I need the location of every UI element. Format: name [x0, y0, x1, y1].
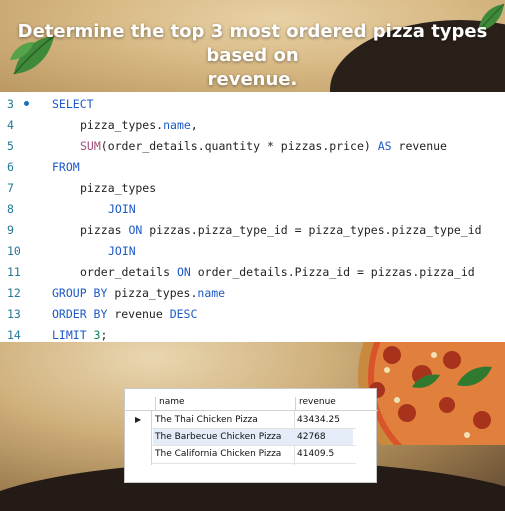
title-line-1: Determine the top 3 most ordered pizza t… — [17, 21, 488, 66]
line-number: 8 — [7, 201, 14, 216]
code-line: 8 JOIN — [0, 198, 505, 219]
code-line: 7 pizza_types — [0, 177, 505, 198]
line-number: 6 — [7, 159, 14, 174]
code-line: 9 pizzas ON pizzas.pizza_type_id = pizza… — [0, 219, 505, 240]
code-line: 10 JOIN — [0, 240, 505, 261]
line-number: 4 — [7, 117, 14, 132]
code-line: 5 SUM(order_details.quantity * pizzas.pr… — [0, 135, 505, 156]
sql-keyword: ON — [128, 222, 143, 237]
result-grid[interactable]: name revenue ▶ The Thai Chicken Pizza 43… — [124, 388, 378, 483]
breakpoint-dot-icon[interactable] — [24, 100, 29, 106]
line-number: 12 — [7, 285, 21, 300]
result-grid-header: name revenue — [125, 393, 378, 411]
sql-keyword: SELECT — [52, 96, 94, 111]
sql-keyword: LIMIT — [52, 327, 87, 342]
table-row[interactable]: The Barbecue Chicken Pizza 42768 — [125, 429, 378, 445]
line-number: 11 — [7, 264, 21, 279]
sql-number: 3 — [86, 327, 101, 342]
line-number: 13 — [7, 306, 21, 321]
column-header-name[interactable]: name — [155, 397, 295, 411]
cell-name[interactable]: The Thai Chicken Pizza — [155, 415, 258, 425]
code-line: 4 pizza_types.name, — [0, 114, 505, 135]
code-text: order_details — [80, 264, 177, 279]
code-line: 6 FROM — [0, 156, 505, 177]
sql-keyword: name — [197, 285, 226, 300]
sql-keyword: JOIN — [108, 243, 136, 258]
code-text: pizza_types. — [107, 285, 198, 300]
table-row[interactable]: The California Chicken Pizza 41409.5 — [125, 446, 378, 462]
line-number: 10 — [7, 243, 21, 258]
code-line: 11 order_details ON order_details.Pizza_… — [0, 261, 505, 282]
code-line: 3 SELECT — [0, 93, 505, 114]
code-text: , — [190, 117, 198, 132]
column-header-revenue[interactable]: revenue — [295, 397, 355, 411]
line-number: 3 — [0, 97, 40, 111]
code-text: pizza_types — [80, 180, 157, 195]
code-text: (order_details.quantity * pizzas.price) — [100, 138, 378, 153]
cell-revenue[interactable]: 42768 — [297, 432, 326, 442]
code-line: 12 GROUP BY pizza_types.name — [0, 282, 505, 303]
sql-function: SUM — [80, 138, 101, 153]
cell-revenue[interactable]: 43434.25 — [297, 415, 340, 425]
sql-keyword: JOIN — [108, 201, 136, 216]
table-row[interactable]: ▶ The Thai Chicken Pizza 43434.25 — [125, 412, 378, 428]
sql-keyword: FROM — [52, 159, 80, 174]
row-divider — [151, 463, 356, 464]
sql-keyword: ON — [176, 264, 191, 279]
sql-editor[interactable]: 3 SELECT 4 pizza_types.name, 5 SUM(order… — [0, 92, 505, 342]
code-line: 14 LIMIT 3; — [0, 324, 505, 345]
cell-name[interactable]: The California Chicken Pizza — [155, 449, 281, 459]
page-title: Determine the top 3 most ordered pizza t… — [0, 20, 505, 92]
code-text: order_details.Pizza_id = pizzas.pizza_id — [190, 264, 475, 279]
cell-name[interactable]: The Barbecue Chicken Pizza — [155, 432, 281, 442]
row-pointer-icon: ▶ — [135, 415, 142, 424]
code-text: pizzas.pizza_type_id = pizza_types.pizza… — [142, 222, 482, 237]
code-text: pizzas — [80, 222, 129, 237]
sql-keyword: GROUP BY — [52, 285, 108, 300]
line-number: 14 — [7, 327, 21, 342]
sql-keyword: name — [163, 117, 191, 132]
sql-keyword: AS — [377, 138, 392, 153]
code-text: pizza_types. — [80, 117, 164, 132]
line-number: 7 — [7, 180, 14, 195]
code-text: ; — [100, 327, 108, 342]
code-text: revenue — [391, 138, 447, 153]
code-text: revenue — [107, 306, 170, 321]
code-line: 13 ORDER BY revenue DESC — [0, 303, 505, 324]
title-line-2: revenue. — [207, 69, 298, 90]
line-number: 5 — [7, 138, 14, 153]
cell-revenue[interactable]: 41409.5 — [297, 449, 334, 459]
sql-keyword: ORDER BY — [52, 306, 108, 321]
line-number: 9 — [7, 222, 14, 237]
sql-keyword: DESC — [169, 306, 198, 321]
